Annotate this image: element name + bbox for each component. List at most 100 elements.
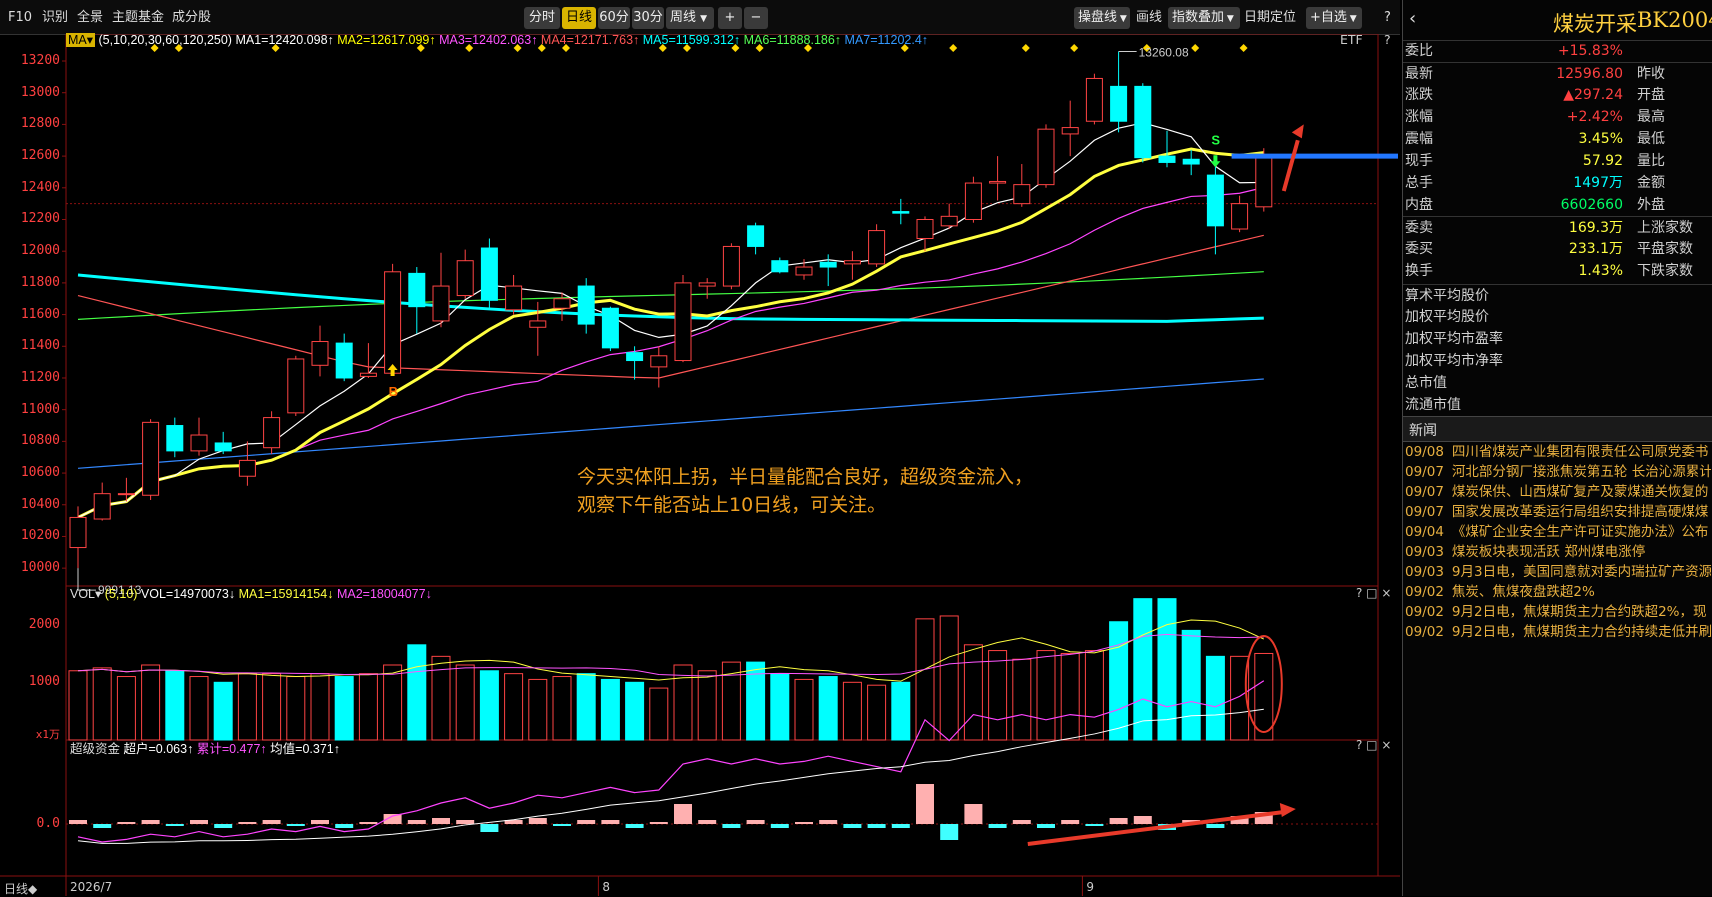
- date-locate-button[interactable]: 日期定位: [1244, 8, 1296, 28]
- period-indicator[interactable]: 日线◆: [4, 880, 37, 897]
- news-item[interactable]: 09/02 9月2日电，焦煤期货主力合约持续走低并刷: [1405, 622, 1711, 642]
- candle-body: [1061, 127, 1079, 135]
- volume-bar: [528, 678, 548, 741]
- quote-row: 震幅 3.45% 最低: [1403, 128, 1712, 150]
- fund-bar: [1012, 820, 1031, 824]
- fund-bar: [722, 824, 741, 828]
- quote-value: 3.45%: [1578, 131, 1623, 147]
- news-item[interactable]: 09/07 河北部分钢厂接涨焦炭第五轮 长治沁源累计: [1405, 462, 1711, 482]
- fund-bar: [286, 824, 305, 826]
- candle-body: [1110, 85, 1128, 122]
- add-watchlist-label: +自选: [1310, 10, 1347, 25]
- candle-body: [989, 180, 1007, 184]
- event-diamond-icon: [1070, 44, 1079, 52]
- event-diamond-icon: [1021, 44, 1030, 52]
- news-item[interactable]: 09/04 《煤矿企业安全生产许可证实施办法》公布: [1405, 522, 1711, 542]
- weekly-label: 周线: [670, 10, 697, 25]
- add-watchlist-dropdown[interactable]: +自选 ▼: [1306, 7, 1362, 29]
- panorama-button[interactable]: 全景: [77, 8, 103, 28]
- event-diamond-icon: [1191, 44, 1200, 52]
- vol-panel-controls[interactable]: ? □ ×: [1356, 586, 1391, 600]
- news-item[interactable]: 09/08 四川省煤炭产业集团有限责任公司原党委书: [1405, 442, 1711, 462]
- quote-row: 委比 +15.83%: [1403, 40, 1712, 62]
- volume-bar: [1181, 629, 1201, 741]
- candle: [1134, 83, 1152, 163]
- news-item[interactable]: 09/03 9月3日电，美国同意就对委内瑞拉矿产资源: [1405, 562, 1711, 582]
- volume-bar: [334, 676, 354, 741]
- draw-line-button[interactable]: 画线: [1136, 8, 1162, 28]
- quote-label-secondary: 外盘: [1637, 197, 1665, 213]
- period-daily-button[interactable]: 日线: [562, 7, 596, 29]
- volume-bar: [1254, 652, 1274, 741]
- ma-selector[interactable]: MA▾: [66, 33, 96, 47]
- volume-bar: [310, 673, 330, 741]
- candle: [1110, 51, 1128, 133]
- stat-label: 流通市值: [1405, 397, 1461, 413]
- main-help-icon[interactable]: ?: [1384, 32, 1391, 47]
- zoom-in-button[interactable]: +: [718, 7, 742, 29]
- vol-params: (5,10): [104, 587, 138, 601]
- fund-trend-arrow-line: [1027, 810, 1285, 846]
- volume-bar: [552, 676, 572, 741]
- volume-bar: [1036, 650, 1056, 741]
- volume-bar: [842, 681, 862, 741]
- candle-body: [311, 341, 329, 366]
- volume-bar: [891, 681, 911, 741]
- caret-down-icon: ▼: [1224, 14, 1234, 24]
- news-headline: 国家发展改革委运行局组织安排提高硬煤煤: [1451, 504, 1709, 520]
- stat-label: 加权平均市净率: [1405, 353, 1503, 369]
- quote-value: +2.42%: [1566, 109, 1623, 125]
- caret-down-icon: ▼: [1117, 14, 1127, 24]
- period-weekly-dropdown[interactable]: 周线 ▼: [666, 7, 714, 29]
- quote-row: 总手 1497万 金额: [1403, 172, 1712, 194]
- fund-bar: [359, 822, 378, 824]
- price-tick-label: 13200: [20, 53, 60, 69]
- super-fund-title[interactable]: 超级资金: [70, 742, 120, 756]
- trading-line-label: 操盘线: [1078, 10, 1118, 25]
- candle-body: [1182, 158, 1200, 165]
- candle-body: [868, 230, 886, 265]
- ma-value: MA4=12171.763↑: [537, 33, 640, 47]
- fund-bar: [190, 820, 208, 824]
- fund-panel-controls[interactable]: ? □ ×: [1356, 738, 1391, 752]
- f10-button[interactable]: F10: [8, 8, 32, 28]
- news-item[interactable]: 09/07 国家发展改革委运行局组织安排提高硬煤煤: [1405, 502, 1711, 522]
- news-headline: 焦炭、焦煤夜盘跌超2%: [1451, 584, 1595, 600]
- volume-unit-label: x1万: [35, 728, 60, 741]
- period-intraday-button[interactable]: 分时: [524, 7, 560, 29]
- theme-fund-button[interactable]: 主题基金: [112, 8, 164, 28]
- index-overlay-dropdown[interactable]: 指数叠加 ▼: [1168, 7, 1240, 29]
- identify-button[interactable]: 识别: [42, 8, 68, 28]
- fund-bar: [698, 820, 717, 824]
- news-item[interactable]: 09/03 煤炭板块表现活跃 郑州煤电涨停: [1405, 542, 1711, 562]
- quote-label-secondary: 上涨家数: [1637, 220, 1693, 236]
- period-30min-button[interactable]: 30分: [632, 7, 664, 29]
- vol-selector-label: VOL: [70, 587, 96, 601]
- back-chevron-icon[interactable]: ‹: [1409, 8, 1416, 29]
- quote-label-secondary: 最高: [1637, 109, 1665, 125]
- constituents-button[interactable]: 成分股: [172, 8, 211, 28]
- news-item[interactable]: 09/07 煤炭保供、山西煤矿复产及蒙煤通关恢复的: [1405, 482, 1711, 502]
- candle: [650, 346, 668, 388]
- trading-line-dropdown[interactable]: 操盘线 ▼: [1074, 7, 1130, 29]
- stat-row: 加权平均市净率: [1403, 350, 1712, 372]
- news-item[interactable]: 09/02 9月2日电，焦煤期货主力合约跌超2%，现: [1405, 602, 1711, 622]
- candle-body: [819, 261, 837, 268]
- zoom-out-button[interactable]: −: [744, 7, 768, 29]
- period-60min-button[interactable]: 60分: [598, 7, 630, 29]
- news-item[interactable]: 09/02 焦炭、焦煤夜盘跌超2%: [1405, 582, 1711, 602]
- news-headline: 9月2日电，焦煤期货主力合约跌超2%，现: [1451, 604, 1707, 620]
- volume-bar: [1109, 621, 1129, 741]
- quote-label-secondary: 量比: [1637, 153, 1665, 169]
- fund-bar: [1206, 824, 1225, 828]
- candle-body: [1255, 155, 1273, 208]
- candle-body: [795, 266, 813, 276]
- quote-label-secondary: 昨收: [1637, 66, 1665, 82]
- etf-label: ETF: [1340, 32, 1363, 47]
- ma-value: MA3=12402.063↑: [435, 33, 538, 47]
- candle: [601, 306, 619, 352]
- help-icon[interactable]: ?: [1384, 8, 1391, 28]
- vol-selector[interactable]: VOL▾: [70, 587, 101, 601]
- fund-bar: [988, 824, 1007, 828]
- volume-tick-label: 1000: [28, 674, 60, 690]
